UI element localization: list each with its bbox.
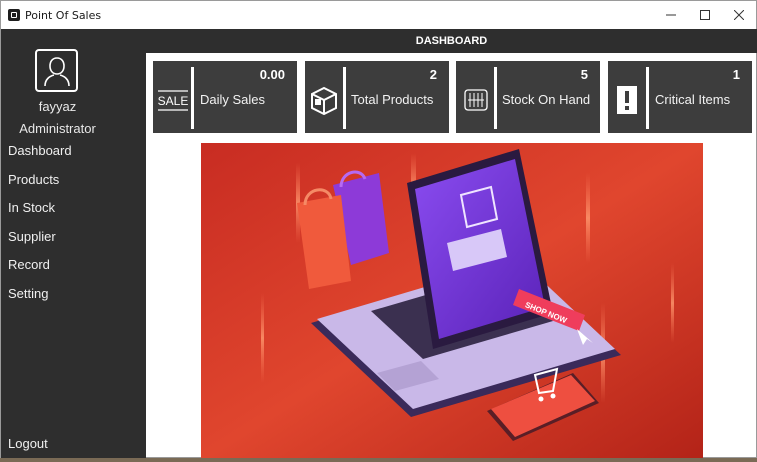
- stock-icon: [464, 89, 488, 116]
- nav-record[interactable]: Record: [8, 257, 50, 272]
- user-role: Administrator: [19, 121, 96, 136]
- page-title: DASHBOARD: [415, 35, 488, 47]
- card-divider: [343, 67, 346, 129]
- app-window: Point Of Sales fayyaz Administrator Dash…: [0, 0, 757, 459]
- critical-items-value: 1: [732, 67, 740, 82]
- minimize-button[interactable]: [654, 1, 688, 29]
- desktop-background: [0, 458, 757, 462]
- title-bar: Point Of Sales: [1, 1, 756, 29]
- sidebar: fayyaz Administrator Dashboard Products …: [1, 29, 146, 459]
- total-products-value: 2: [429, 67, 437, 82]
- card-divider: [191, 67, 194, 129]
- minimize-icon: [666, 14, 676, 16]
- maximize-button[interactable]: [688, 1, 722, 29]
- daily-sales-value: 0.00: [259, 67, 285, 82]
- maximize-icon: [700, 10, 710, 20]
- window-title: Point Of Sales: [25, 8, 102, 22]
- app-icon: [8, 9, 20, 21]
- card-divider: [494, 67, 497, 129]
- stock-on-hand-value: 5: [580, 67, 588, 82]
- nav-in-stock[interactable]: In Stock: [8, 200, 55, 215]
- total-products-card[interactable]: Total Products 2: [305, 61, 449, 133]
- close-icon: [734, 10, 744, 20]
- window-controls: [654, 1, 756, 29]
- box-icon: [308, 85, 340, 120]
- stock-on-hand-label: Stock On Hand: [502, 92, 591, 107]
- total-products-label: Total Products: [351, 92, 434, 107]
- close-button[interactable]: [722, 1, 756, 29]
- sale-tag-icon: SALE: [157, 89, 189, 118]
- online-shopping-banner: SHOP NOW: [201, 143, 703, 459]
- user-name: fayyaz: [38, 99, 77, 114]
- nav-supplier[interactable]: Supplier: [8, 229, 56, 244]
- nav-setting[interactable]: Setting: [8, 286, 48, 301]
- stock-on-hand-card[interactable]: Stock On Hand 5: [456, 61, 600, 133]
- page-header: DASHBOARD: [146, 29, 757, 53]
- card-divider: [646, 67, 649, 129]
- nav-products[interactable]: Products: [8, 172, 59, 187]
- user-avatar-icon: [35, 49, 78, 92]
- critical-items-label: Critical Items: [655, 92, 731, 107]
- nav-logout[interactable]: Logout: [8, 436, 48, 451]
- critical-items-card[interactable]: Critical Items 1: [608, 61, 752, 133]
- nav-dashboard[interactable]: Dashboard: [8, 143, 72, 158]
- daily-sales-label: Daily Sales: [200, 92, 266, 107]
- svg-text:SALE: SALE: [158, 94, 189, 108]
- daily-sales-card[interactable]: SALE Daily Sales 0.00: [153, 61, 297, 133]
- alert-icon: [616, 85, 638, 120]
